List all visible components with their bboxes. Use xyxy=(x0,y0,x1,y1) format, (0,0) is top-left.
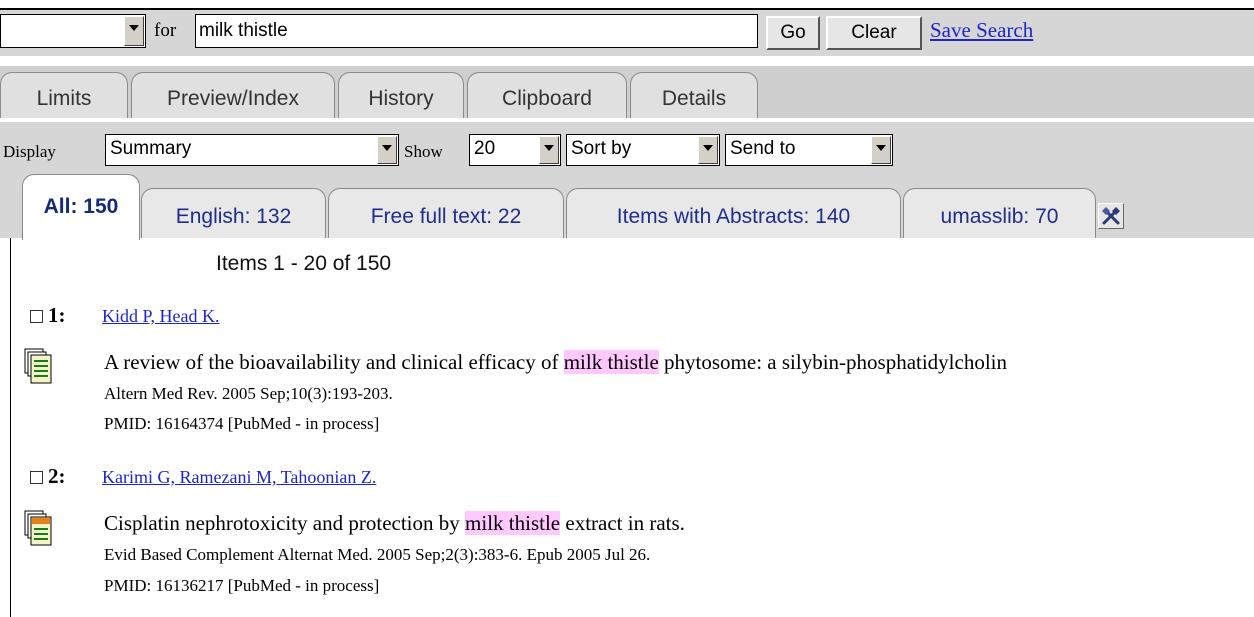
tab-limits[interactable]: Limits xyxy=(0,72,128,120)
tab-history[interactable]: History xyxy=(338,72,464,120)
display-label: Display xyxy=(3,142,56,161)
result-checkbox[interactable] xyxy=(30,310,43,323)
result-pmid: PMID: 16164374 [PubMed - in process] xyxy=(104,414,380,433)
result-pmid: PMID: 16136217 [PubMed - in process] xyxy=(104,576,380,595)
display-format-select[interactable]: Summary xyxy=(105,134,399,166)
send-to-select[interactable]: Send to xyxy=(725,134,893,166)
result-title[interactable]: A review of the bioavailability and clin… xyxy=(104,350,1007,375)
nav-tab-divider xyxy=(0,118,1254,120)
search-input[interactable] xyxy=(195,14,758,48)
result-citation: Altern Med Rev. 2005 Sep;10(3):193-203. xyxy=(104,384,393,403)
save-search-link[interactable]: Save Search xyxy=(930,18,1033,43)
tab-free-full-text[interactable]: Free full text: 22 xyxy=(328,188,564,238)
result-authors-link[interactable]: Kidd P, Head K. xyxy=(102,306,220,327)
database-select[interactable] xyxy=(0,14,146,48)
free-full-text-document-icon[interactable] xyxy=(24,510,52,551)
go-button[interactable]: Go xyxy=(766,16,820,50)
tab-preview-index[interactable]: Preview/Index xyxy=(131,72,335,120)
chevron-down-icon[interactable] xyxy=(871,136,891,164)
result-citation: Evid Based Complement Alternat Med. 2005… xyxy=(104,545,651,564)
tab-all[interactable]: All: 150 xyxy=(22,174,140,240)
left-border xyxy=(10,238,11,617)
result-number: 1: xyxy=(48,303,66,327)
tab-umasslib[interactable]: umasslib: 70 xyxy=(903,188,1096,238)
clear-button[interactable]: Clear xyxy=(826,16,922,50)
tools-icon[interactable] xyxy=(1098,203,1124,229)
chevron-down-icon[interactable] xyxy=(698,136,718,164)
result-checkbox[interactable] xyxy=(30,471,43,484)
show-count-select[interactable]: 20 xyxy=(469,134,561,166)
result-number: 2: xyxy=(48,464,66,488)
search-term-highlight: milk thistle xyxy=(465,511,561,535)
tab-details[interactable]: Details xyxy=(630,72,758,120)
abstract-document-icon[interactable] xyxy=(24,348,52,389)
chevron-down-icon[interactable] xyxy=(539,136,559,164)
tab-english[interactable]: English: 132 xyxy=(141,188,326,238)
search-term-highlight: milk thistle xyxy=(563,350,659,374)
result-title[interactable]: Cisplatin nephrotoxicity and protection … xyxy=(104,511,685,536)
chevron-down-icon[interactable] xyxy=(377,136,397,164)
tab-clipboard[interactable]: Clipboard xyxy=(467,72,627,120)
sort-by-select[interactable]: Sort by xyxy=(566,134,720,166)
for-label: for xyxy=(154,20,177,41)
result-authors-link[interactable]: Karimi G, Ramezani M, Tahoonian Z. xyxy=(102,467,376,488)
results-count: Items 1 - 20 of 150 xyxy=(216,252,392,275)
chevron-down-icon[interactable] xyxy=(124,16,144,46)
tab-items-with-abstracts[interactable]: Items with Abstracts: 140 xyxy=(566,188,901,238)
show-label: Show xyxy=(404,142,443,161)
